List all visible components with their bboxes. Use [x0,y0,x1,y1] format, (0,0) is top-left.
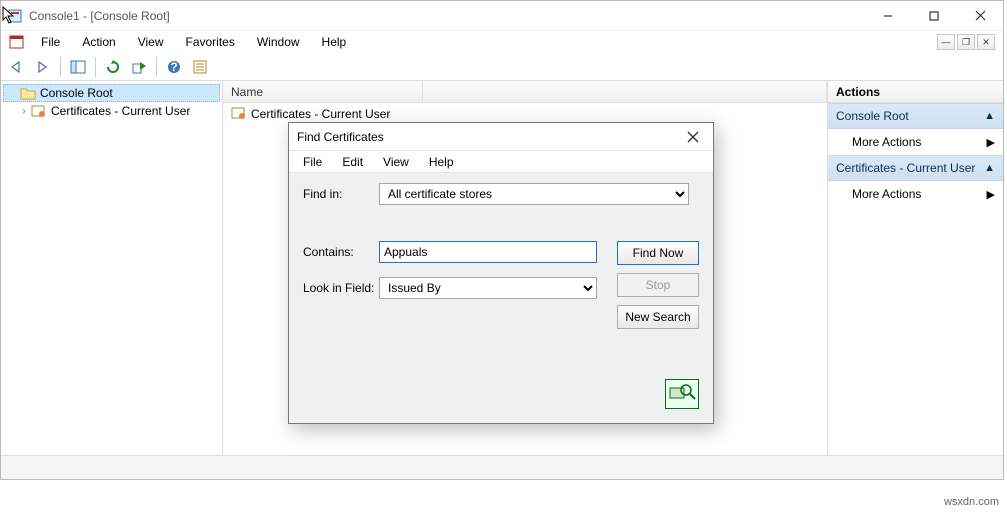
dialog-body: Find in: All certificate stores Contains… [289,173,713,423]
properties-button[interactable] [188,55,212,79]
close-icon [687,131,699,143]
actions-group-label: Console Root [836,109,909,123]
back-button[interactable] [5,55,29,79]
stop-button[interactable]: Stop [617,273,699,297]
dialog-close-button[interactable] [681,125,705,149]
list-header: Name [223,81,827,103]
chevron-right-icon[interactable]: › [17,106,31,117]
mdi-restore[interactable]: ❐ [957,34,975,50]
refresh-button[interactable] [101,55,125,79]
tree-node-label: Console Root [40,86,113,100]
find-certificates-dialog: Find Certificates File Edit View Help Fi… [288,122,714,424]
find-now-button[interactable]: Find Now [617,241,699,265]
menu-help[interactable]: Help [312,33,357,51]
forward-button[interactable] [31,55,55,79]
menu-window[interactable]: Window [247,33,310,51]
list-item-certificates[interactable]: Certificates - Current User [225,105,825,123]
window-title: Console1 - [Console Root] [27,9,865,23]
actions-group-certificates[interactable]: Certificates - Current User ▲ [828,155,1003,181]
mmc-doc-icon [9,34,25,50]
contains-input[interactable] [379,241,597,263]
new-search-button[interactable]: New Search [617,305,699,329]
search-computers-icon [665,379,699,409]
actions-pane: Actions Console Root ▲ More Actions ▶ Ce… [828,81,1003,455]
dlg-menu-file[interactable]: File [293,153,332,171]
actions-group-console-root[interactable]: Console Root ▲ [828,103,1003,129]
column-name[interactable]: Name [223,81,423,103]
actions-more-1[interactable]: More Actions ▶ [828,129,1003,155]
actions-more-2[interactable]: More Actions ▶ [828,181,1003,207]
titlebar: Console1 - [Console Root] [1,1,1003,31]
footer-credit: wsxdn.com [944,496,999,508]
submenu-icon: ▶ [987,188,995,201]
maximize-button[interactable] [911,1,957,31]
collapse-icon: ▲ [984,162,995,174]
mdi-controls: — ❐ ✕ [935,34,999,50]
menubar: File Action View Favorites Window Help —… [1,31,1003,53]
menu-favorites[interactable]: Favorites [176,33,245,51]
statusbar [1,455,1003,479]
dialog-titlebar[interactable]: Find Certificates [289,123,713,151]
menu-action[interactable]: Action [72,33,125,51]
contains-label: Contains: [303,245,379,259]
mdi-minimize[interactable]: — [937,34,955,50]
look-in-field-select[interactable]: Issued By [379,277,597,299]
collapse-icon: ▲ [984,110,995,122]
mdi-close[interactable]: ✕ [977,34,995,50]
submenu-icon: ▶ [987,136,995,149]
dlg-menu-edit[interactable]: Edit [332,153,373,171]
svg-text:?: ? [170,60,177,74]
column-spacer [423,81,827,103]
minimize-button[interactable] [865,1,911,31]
certificate-icon [231,106,247,122]
certificate-icon [31,103,47,119]
help-button[interactable]: ? [162,55,186,79]
tree-node-label: Certificates - Current User [51,104,190,118]
list-item-label: Certificates - Current User [251,107,390,121]
app-icon [7,8,23,24]
find-in-label: Find in: [303,187,379,201]
actions-item-label: More Actions [852,187,921,201]
folder-icon [20,85,36,101]
export-button[interactable] [127,55,151,79]
menu-file[interactable]: File [31,33,70,51]
find-in-select[interactable]: All certificate stores [379,183,689,205]
dialog-menubar: File Edit View Help [289,151,713,173]
dialog-title: Find Certificates [297,130,681,144]
tree-node-certificates[interactable]: › Certificates - Current User [3,102,220,120]
actions-group-label: Certificates - Current User [836,161,975,175]
look-in-field-label: Look in Field: [303,281,379,295]
menu-view[interactable]: View [128,33,174,51]
tree-pane[interactable]: Console Root › Certificates - Current Us… [1,81,223,455]
show-hide-tree-button[interactable] [66,55,90,79]
dlg-menu-view[interactable]: View [373,153,419,171]
toolbar: ? [1,53,1003,81]
close-button[interactable] [957,1,1003,31]
dlg-menu-help[interactable]: Help [419,153,464,171]
tree-node-console-root[interactable]: Console Root [3,84,220,102]
actions-title: Actions [828,81,1003,103]
actions-item-label: More Actions [852,135,921,149]
